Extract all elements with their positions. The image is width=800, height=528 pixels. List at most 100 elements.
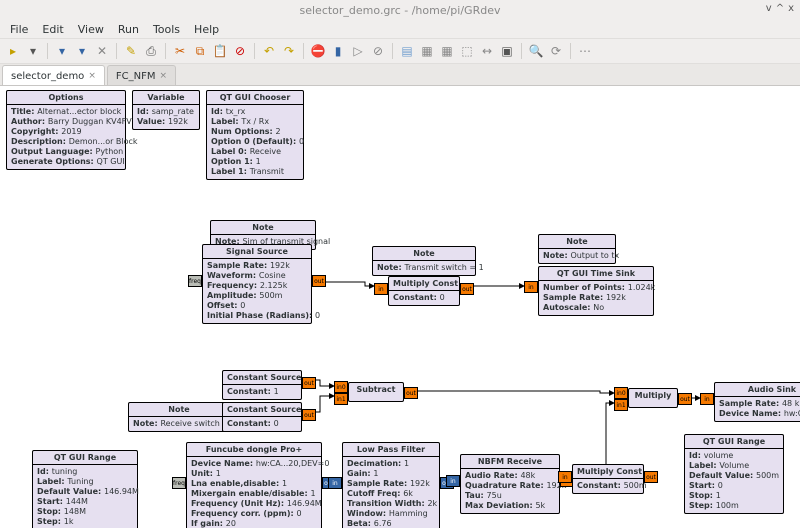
terminal-icon[interactable]: ▣ [498,42,516,60]
port-out[interactable]: out [404,387,418,399]
port-in1[interactable]: in1 [334,393,348,405]
delete-icon[interactable]: ⊘ [231,42,249,60]
close-tab-icon[interactable]: ✕ [93,42,111,60]
block-body: Sample Rate: 48 kHzDevice Name: hw:CA...… [715,397,800,421]
select-icon[interactable]: ⬚ [458,42,476,60]
block-subtract[interactable]: Subtract in0 in1 out [348,382,404,402]
port-out[interactable]: out [460,283,474,295]
port-out[interactable]: out [312,275,326,287]
port-in0[interactable]: in0 [334,381,348,393]
block-funcube-dongle[interactable]: Funcube dongle Pro+ Device Name: hw:CA..… [186,442,322,528]
menu-edit[interactable]: Edit [36,21,69,38]
undo-icon[interactable]: ↶ [260,42,278,60]
block-title: Constant Source [223,371,301,385]
port-in[interactable]: in [558,471,572,483]
save-as-icon[interactable]: ▾ [73,42,91,60]
menu-view[interactable]: View [72,21,110,38]
block-multiply-const-tx[interactable]: Multiply Const Constant: 0 in out [388,276,460,306]
port-out[interactable]: out [302,409,316,421]
block-title: Variable [133,91,199,105]
block-qt-gui-range-volume[interactable]: QT GUI Range Id: volumeLabel: VolumeDefa… [684,434,784,514]
port-in[interactable]: in [446,475,460,487]
help-icon[interactable]: ⋯ [576,42,594,60]
new-icon[interactable]: ▸ [4,42,22,60]
block-signal-source[interactable]: Signal Source Sample Rate: 192kWaveform:… [202,244,312,324]
block-multiply-const-rx[interactable]: Multiply Const Constant: 500m in out [572,464,644,494]
port-in[interactable]: in [700,393,714,405]
print-icon[interactable]: ⎙ [142,42,160,60]
snap-icon[interactable]: ▦ [438,42,456,60]
port-in1[interactable]: in1 [614,399,628,411]
tab-close-icon[interactable]: × [159,71,167,81]
block-qt-gui-time-sink[interactable]: QT GUI Time Sink Number of Points: 1.024… [538,266,654,316]
tab-selector-demo[interactable]: selector_demo × [2,65,105,85]
flowgraph-canvas[interactable]: Options Title: Alternat...ector blockAut… [0,86,800,528]
redo-icon[interactable]: ↷ [280,42,298,60]
menu-help[interactable]: Help [188,21,225,38]
menu-run[interactable]: Run [112,21,145,38]
port-in[interactable]: in [328,477,342,489]
tab-label: selector_demo [11,71,84,82]
block-constant-source-1[interactable]: Constant Source Constant: 1 out [222,370,302,400]
search-icon[interactable]: 🔍 [527,42,545,60]
stop-icon[interactable]: ⊘ [369,42,387,60]
menu-file[interactable]: File [4,21,34,38]
menu-tools[interactable]: Tools [147,21,186,38]
run-icon[interactable]: ▷ [349,42,367,60]
edit-icon[interactable]: ✎ [122,42,140,60]
block-title: NBFM Receive [461,455,559,469]
block-body: Title: Alternat...ector blockAuthor: Bar… [7,105,125,169]
block-title: Options [7,91,125,105]
block-variable-samp-rate[interactable]: Variable Id: samp_rateValue: 192k [132,90,200,130]
block-body: Constant: 0 [389,291,459,305]
port-in[interactable]: in [524,281,538,293]
block-title: Audio Sink [715,383,800,397]
align-icon[interactable]: ▦ [418,42,436,60]
generate-icon[interactable]: ▮ [329,42,347,60]
copy-icon[interactable]: ⧉ [191,42,209,60]
block-audio-sink[interactable]: Audio Sink Sample Rate: 48 kHzDevice Nam… [714,382,800,422]
port-out[interactable]: out [678,393,692,405]
error-icon[interactable]: ⛔ [309,42,327,60]
block-body: Constant: 500m [573,479,643,493]
block-nbfm-receive[interactable]: NBFM Receive Audio Rate: 48kQuadrature R… [460,454,560,514]
cut-icon[interactable]: ✂ [171,42,189,60]
block-title: Funcube dongle Pro+ [187,443,321,457]
vars-icon[interactable]: ▤ [398,42,416,60]
maximize-icon[interactable]: ^ [776,3,784,14]
block-body: Note: Transmit switch = 1 [373,261,475,275]
block-constant-source-0[interactable]: Constant Source Constant: 0 out [222,402,302,432]
block-title: Constant Source [223,403,301,417]
block-body: Note: Receive switch = 0 [129,417,229,431]
port-in[interactable]: in [374,283,388,295]
port-freq[interactable]: freq [172,477,186,489]
reload-icon[interactable]: ⟳ [547,42,565,60]
block-note-tx-switch[interactable]: Note Note: Transmit switch = 1 [372,246,476,276]
paste-icon[interactable]: 📋 [211,42,229,60]
port-out[interactable]: out [644,471,658,483]
minimize-icon[interactable]: v [766,3,772,14]
block-title: Low Pass Filter [343,443,439,457]
block-body: Note: Output to tx [539,249,615,263]
open-icon[interactable]: ▾ [24,42,42,60]
block-note-rx-switch[interactable]: Note Note: Receive switch = 0 [128,402,230,432]
block-title: QT GUI Chooser [207,91,303,105]
port-freq[interactable]: freq [188,275,202,287]
close-icon[interactable]: x [788,3,794,14]
block-multiply[interactable]: Multiply in0 in1 out [628,388,678,408]
block-body: Sample Rate: 192kWaveform: CosineFrequen… [203,259,311,323]
tab-close-icon[interactable]: × [88,71,96,81]
block-options[interactable]: Options Title: Alternat...ector blockAut… [6,90,126,170]
block-note-output-tx[interactable]: Note Note: Output to tx [538,234,616,264]
block-body: Decimation: 1Gain: 1Sample Rate: 192kCut… [343,457,439,528]
save-icon[interactable]: ▾ [53,42,71,60]
block-body: Number of Points: 1.024kSample Rate: 192… [539,281,653,315]
tab-fc-nfm[interactable]: FC_NFM × [107,65,176,85]
block-low-pass-filter[interactable]: Low Pass Filter Decimation: 1Gain: 1Samp… [342,442,440,528]
block-qt-gui-chooser[interactable]: QT GUI Chooser Id: tx_rxLabel: Tx / RxNu… [206,90,304,180]
port-in0[interactable]: in0 [614,387,628,399]
block-title: Multiply [629,389,677,402]
port-out[interactable]: out [302,377,316,389]
block-qt-gui-range-tuning[interactable]: QT GUI Range Id: tuningLabel: TuningDefa… [32,450,138,528]
move-icon[interactable]: ↔ [478,42,496,60]
